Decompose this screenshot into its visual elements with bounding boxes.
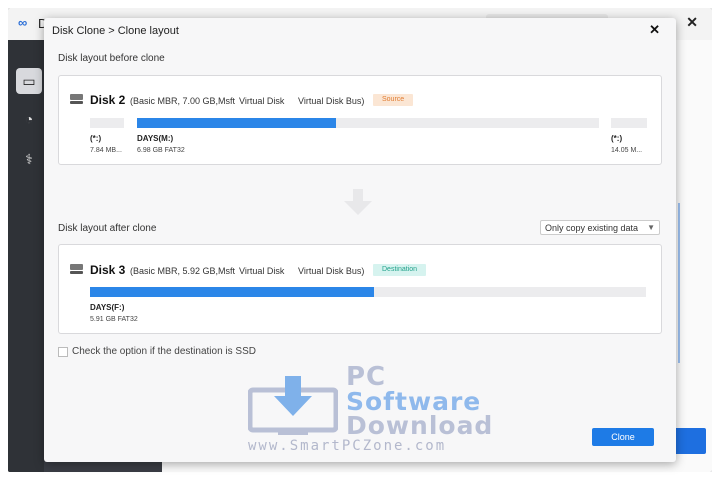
watermark: PC Software Download www.SmartPCZone.com (248, 364, 548, 454)
partition-detail: 7.84 MB... (90, 147, 122, 154)
destination-disk-name: Disk 3 (90, 263, 126, 277)
app-logo-icon: ∞ (18, 15, 28, 30)
partition-label: (*:) (611, 134, 623, 143)
partition-bar[interactable] (137, 118, 599, 128)
ssd-checkbox[interactable] (58, 347, 68, 357)
destination-disk-bus: Virtual Disk Bus) (298, 266, 365, 276)
watermark-url: www.SmartPCZone.com (248, 438, 447, 454)
chevron-down-icon: ▼ (647, 223, 655, 232)
partition-detail: 6.98 GB FAT32 (137, 147, 185, 154)
before-section-label: Disk layout before clone (58, 53, 165, 64)
app-sidebar: ▭ ◔ ⚕ (8, 40, 44, 472)
disk-icon (70, 94, 83, 104)
destination-disk-type: Virtual Disk (239, 266, 285, 276)
partition-used-fill (90, 287, 374, 297)
partition-detail: 5.91 GB FAT32 (90, 316, 138, 323)
copy-mode-value: Only copy existing data (545, 223, 639, 233)
source-disk-type: Virtual Disk (239, 96, 285, 106)
dialog-title: Disk Clone > Clone layout (52, 25, 179, 37)
disk-icon (70, 264, 83, 274)
partition-bar[interactable] (611, 118, 647, 128)
watermark-line3: Download (346, 411, 494, 440)
partition-bar[interactable] (90, 287, 646, 297)
app-close-icon[interactable]: ✕ (686, 14, 698, 31)
arrow-down-icon (344, 189, 372, 215)
pie-chart-icon[interactable]: ◔ (16, 106, 42, 132)
partition-label: DAYS(M:) (137, 134, 174, 143)
stethoscope-icon[interactable]: ⚕ (16, 146, 42, 172)
source-disk-card: Disk 2 (Basic MBR, 7.00 GB,Msft Virtual … (58, 75, 662, 165)
partition-detail: 14.05 M... (611, 147, 643, 154)
partition-used-fill (137, 118, 336, 128)
clone-button[interactable]: Clone (592, 428, 654, 446)
drive-icon[interactable]: ▭ (16, 68, 42, 94)
source-disk-info: (Basic MBR, 7.00 GB,Msft (130, 96, 236, 106)
source-badge: Source (373, 94, 414, 106)
source-disk-name: Disk 2 (90, 93, 126, 107)
after-section-label: Disk layout after clone (58, 223, 157, 234)
copy-mode-dropdown[interactable]: Only copy existing data ▼ (540, 220, 660, 235)
partition-label: (*:) (90, 134, 102, 143)
monitor-download-icon (248, 376, 338, 435)
destination-disk-info: (Basic MBR, 5.92 GB,Msft (130, 266, 236, 276)
app-panel-edge (676, 203, 680, 363)
partition-label: DAYS(F:) (90, 303, 125, 312)
destination-disk-card: Disk 3 (Basic MBR, 5.92 GB,Msft Virtual … (58, 244, 662, 334)
destination-badge: Destination (373, 264, 427, 276)
close-icon[interactable]: ✕ (649, 22, 660, 38)
source-disk-bus: Virtual Disk Bus) (298, 96, 365, 106)
ssd-option-label: Check the option if the destination is S… (72, 346, 256, 357)
partition-bar[interactable] (90, 118, 124, 128)
